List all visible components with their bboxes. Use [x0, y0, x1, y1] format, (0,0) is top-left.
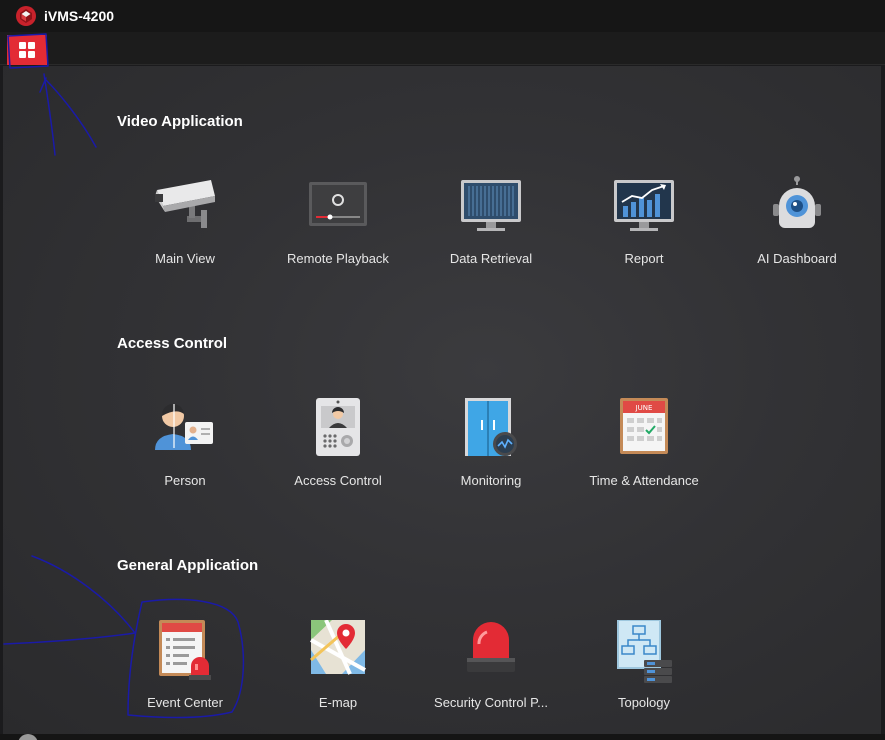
camera-icon: [155, 180, 215, 228]
door-monitor-icon: [465, 398, 517, 456]
section-title-access-control: Access Control: [117, 335, 228, 352]
tile-label: Time & Attendance: [589, 473, 699, 488]
tile-ai-dashboard[interactable]: AI Dashboard: [720, 176, 870, 286]
section-title-video-application: Video Application: [117, 113, 243, 130]
tile-monitoring[interactable]: Monitoring: [414, 398, 564, 508]
playback-icon: [309, 182, 367, 226]
tile-label: Data Retrieval: [449, 251, 533, 266]
siren-icon: [467, 622, 515, 672]
tile-label: Security Control P...: [434, 695, 548, 710]
tile-remote-playback[interactable]: Remote Playback: [261, 176, 411, 286]
tile-access-control[interactable]: Access Control: [261, 398, 411, 508]
tile-person[interactable]: Person: [108, 398, 258, 508]
tile-security-control-panel[interactable]: Security Control P...: [414, 620, 564, 730]
home-menu-button[interactable]: [7, 35, 47, 65]
tile-label: Access Control: [294, 473, 382, 488]
person-icon: [155, 403, 213, 450]
tile-report[interactable]: Report: [567, 176, 717, 286]
tile-topology[interactable]: Topology: [567, 620, 717, 730]
hikvision-logo-icon: [16, 6, 36, 26]
intercom-icon: [316, 398, 360, 456]
tile-event-center[interactable]: Event Center: [108, 620, 258, 730]
tile-label: Remote Playback: [287, 251, 389, 266]
section-title-general-application: General Application: [117, 557, 259, 574]
chart-icon: [614, 180, 674, 231]
tile-label: Report: [624, 251, 664, 266]
app-title: iVMS-4200: [44, 8, 115, 24]
topology-icon: [617, 620, 672, 683]
tile-label: AI Dashboard: [757, 251, 837, 266]
calendar-icon: JUNE: [620, 398, 668, 454]
tile-label: Topology: [617, 695, 671, 710]
tile-label: Event Center: [147, 695, 223, 710]
bottom-edge: [0, 734, 885, 740]
toolbar: [0, 32, 885, 65]
tile-e-map[interactable]: E-map: [261, 620, 411, 730]
grid-icon: [19, 42, 35, 58]
tile-data-retrieval[interactable]: Data Retrieval: [414, 176, 564, 286]
tile-time-attendance[interactable]: JUNE Time & Attendance: [567, 398, 717, 508]
tile-label: Main View: [155, 251, 215, 266]
tile-label: E-map: [318, 695, 358, 710]
tile-main-view[interactable]: Main View: [108, 176, 258, 286]
tile-label: Monitoring: [460, 473, 522, 488]
alarm-list-icon: [159, 620, 211, 680]
calendar-month-text: JUNE: [635, 404, 653, 412]
tile-label: Person: [164, 473, 206, 488]
robot-icon: [773, 176, 821, 228]
map-icon: [310, 620, 366, 675]
title-bar: iVMS-4200: [0, 0, 885, 32]
monitor-icon: [461, 180, 521, 231]
